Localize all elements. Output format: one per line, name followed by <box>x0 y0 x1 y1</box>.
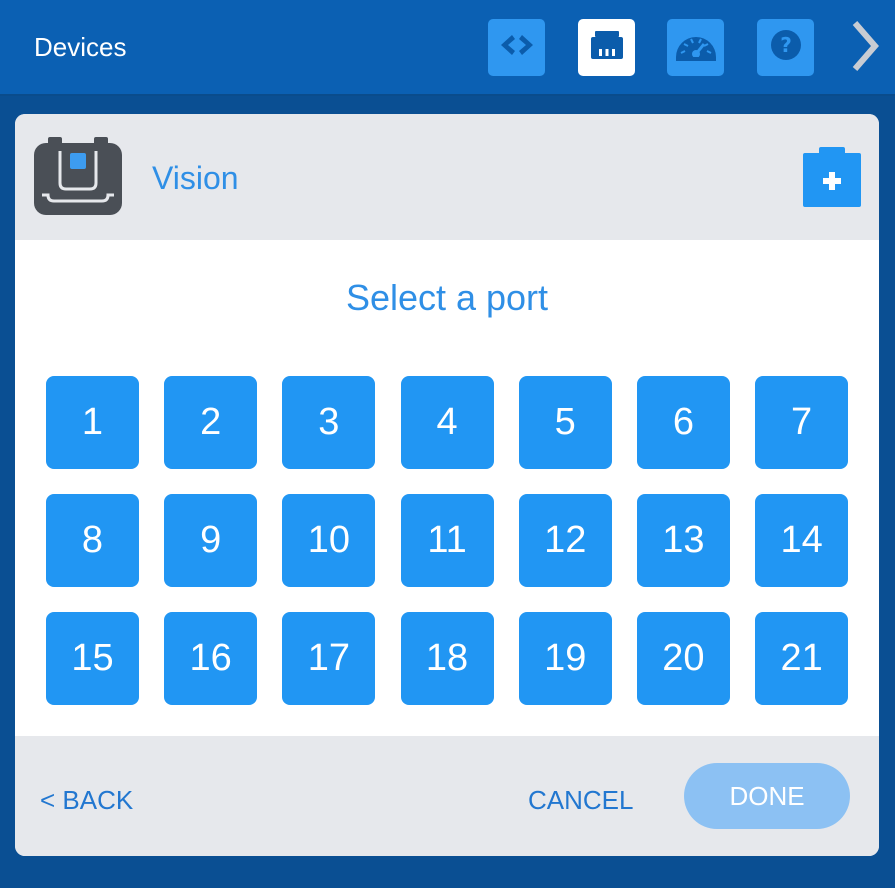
port-button-19[interactable]: 19 <box>518 612 612 705</box>
dialog-header: Vision <box>15 114 879 240</box>
port-button-10[interactable]: 10 <box>282 494 376 587</box>
port-button-6[interactable]: 6 <box>636 376 730 469</box>
cancel-button[interactable]: CANCEL <box>528 784 633 816</box>
add-device-button[interactable] <box>803 147 861 207</box>
code-icon <box>495 30 539 65</box>
top-bar: Devices ? <box>0 0 895 96</box>
back-button[interactable]: < BACK <box>40 784 133 816</box>
port-button-17[interactable]: 17 <box>282 612 376 705</box>
port-button-8[interactable]: 8 <box>46 494 139 587</box>
port-button-18[interactable]: 18 <box>400 612 494 705</box>
port-button-3[interactable]: 3 <box>282 376 376 469</box>
dashboard-gauge-icon <box>673 27 719 68</box>
help-icon: ? <box>769 28 803 67</box>
port-button-13[interactable]: 13 <box>636 494 730 587</box>
page-title: Devices <box>34 32 127 62</box>
code-view-button[interactable] <box>488 19 545 76</box>
vision-sensor-icon <box>34 137 122 217</box>
next-button[interactable] <box>842 18 886 78</box>
port-button-9[interactable]: 9 <box>164 494 258 587</box>
port-button-15[interactable]: 15 <box>46 612 139 705</box>
done-button[interactable]: DONE <box>684 763 850 829</box>
port-grid: 1 2 3 4 5 6 7 8 9 10 11 12 13 14 15 16 17 18 19 20 21 <box>46 376 849 705</box>
help-button[interactable]: ? <box>757 19 814 76</box>
dialog-title: Select a port <box>345 277 549 318</box>
devices-button[interactable] <box>578 19 635 76</box>
devices-port-icon <box>589 27 625 68</box>
port-button-12[interactable]: 12 <box>518 494 612 587</box>
device-name: Vision <box>152 160 239 196</box>
port-button-1[interactable]: 1 <box>46 376 139 469</box>
port-button-20[interactable]: 20 <box>636 612 730 705</box>
port-button-7[interactable]: 7 <box>755 376 849 469</box>
chevron-right-icon <box>849 19 879 78</box>
dashboard-button[interactable] <box>667 19 724 76</box>
svg-text:?: ? <box>780 33 792 57</box>
port-button-21[interactable]: 21 <box>755 612 849 705</box>
port-button-4[interactable]: 4 <box>400 376 494 469</box>
select-port-dialog: Vision Select a port 1 2 3 4 5 6 7 8 9 10 11 12 13 14… <box>15 114 879 856</box>
dialog-body: Select a port 1 2 3 4 5 6 7 8 9 10 11 12 13 14 15 16 17 1… <box>15 240 879 736</box>
add-device-icon <box>803 147 861 211</box>
port-button-14[interactable]: 14 <box>755 494 849 587</box>
port-button-11[interactable]: 11 <box>400 494 494 587</box>
port-button-5[interactable]: 5 <box>518 376 612 469</box>
port-button-16[interactable]: 16 <box>164 612 258 705</box>
dialog-footer: < BACK CANCEL DONE <box>15 736 879 856</box>
port-button-2[interactable]: 2 <box>164 376 258 469</box>
